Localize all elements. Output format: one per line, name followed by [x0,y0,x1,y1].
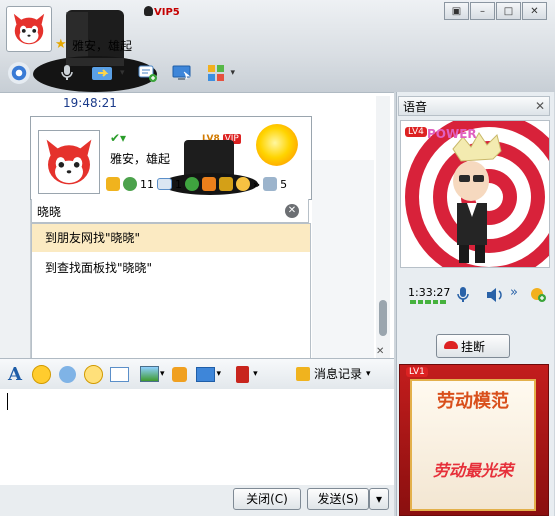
add-contact-icon[interactable] [529,285,547,306]
search-suggestion-list: 到朋友网找"晓晓" 到查找面板找"晓晓" [31,223,311,359]
apps-grid-icon[interactable] [205,62,227,84]
storage-count: 5 [280,177,288,191]
emoji-icon[interactable] [30,363,52,385]
popup-more-icon[interactable]: » [253,178,260,191]
call-duration: 1:33:27 [408,286,451,299]
collapse-chevron-icon[interactable]: ✕ [376,346,384,357]
mail-icon[interactable] [157,178,172,190]
message-add-icon[interactable] [137,62,159,84]
chat-scroll-thumb[interactable] [379,300,387,336]
screen-capture-icon[interactable] [195,363,217,385]
remote-desktop-icon[interactable] [171,62,193,84]
star-icon: ★ [55,37,67,52]
apps-dropdown-icon[interactable]: ▾ [231,68,236,78]
file-transfer-dropdown-icon[interactable]: ▾ [120,68,125,78]
power-level-badge: LV4 [405,127,427,137]
popup-service-icons: 11 1 » 5 [106,175,308,193]
history-label: 消息记录 [314,367,363,381]
red-packet-dropdown-icon[interactable]: ▾ [253,369,258,379]
chat-right-strip [312,160,374,358]
clear-search-icon[interactable]: ✕ [285,204,299,218]
magic-emoji-icon[interactable] [56,363,78,385]
clover-icon[interactable] [185,177,199,191]
nudge-icon[interactable] [82,363,104,385]
search-input[interactable] [31,199,309,223]
wallet-icon[interactable] [219,177,233,191]
qzone-count: 11 [140,177,154,191]
promo-subtitle: 劳动最光荣 [432,461,513,480]
fox-avatar-icon [46,139,92,185]
power-text: POWER [427,127,477,141]
red-packet-icon[interactable] [231,363,253,385]
close-button[interactable]: 关闭(C) [233,488,301,510]
microphone-icon[interactable] [456,286,470,307]
qzone-icon[interactable] [123,177,137,191]
star-level-icon[interactable] [106,177,120,191]
message-input[interactable] [0,389,394,485]
window-controls: ▣ – □ ✕ [443,2,549,20]
storage-icon[interactable] [263,177,278,191]
promo-title: 劳动模范 [437,391,509,412]
minimize-button[interactable]: – [470,2,495,20]
file-transfer-icon[interactable] [90,62,116,84]
suggestion-item[interactable]: 到朋友网找"晓晓" [32,224,310,252]
promo-frame: 劳动模范 劳动最光荣 [410,379,536,511]
picture-icon[interactable] [138,363,160,385]
microphone-icon[interactable] [56,62,78,84]
music-icon[interactable] [169,363,191,385]
speaker-icon[interactable] [485,286,505,307]
voice-panel-title: 语音 [403,100,428,114]
avatar-character-image [401,121,549,267]
screen-capture-dropdown-icon[interactable]: ▾ [217,369,222,379]
contact-name: 雅安，雄起 [72,39,133,53]
message-timestamp: 19:48:21 [63,96,117,110]
close-window-button[interactable]: ✕ [522,2,547,20]
webcam-icon[interactable] [8,62,30,84]
history-icon [296,366,310,381]
suggestion-item[interactable]: 到查找面板找"晓晓" [32,254,310,282]
handwriting-icon[interactable] [108,363,130,385]
mail-count: 1 [175,177,182,191]
font-icon[interactable]: A [4,363,26,385]
hang-up-button[interactable]: 挂断 [436,334,510,358]
search-value: 晓晓 [37,205,62,219]
promo-level-badge: LV1 [406,367,428,377]
window-menu-button[interactable]: ▣ [444,2,469,20]
hang-up-phone-icon [444,341,458,349]
text-caret [7,393,8,410]
send-options-dropdown[interactable]: ▾ [369,488,389,510]
send-button[interactable]: 发送(S) [307,488,369,510]
hang-up-label: 挂断 [461,340,486,354]
game-icon[interactable] [236,177,250,191]
sun-weather-icon [256,124,298,166]
top-toolbar: ▾ ▾ [8,60,235,86]
chat-left-strip [0,160,31,358]
maximize-button[interactable]: □ [496,2,521,20]
compose-toolbar: A ▾ ▾ ▾ 消息记录 ▾ [0,358,394,390]
avatar-show-image: LV4 POWER [400,120,550,268]
online-status-icon[interactable]: ✔▾ [110,131,126,145]
promo-banner[interactable]: LV1 劳动模范 劳动最光荣 [399,364,549,516]
voice-close-icon[interactable]: ✕ [535,99,545,113]
message-history-button[interactable]: 消息记录 ▾ [296,365,371,382]
popup-avatar[interactable] [38,130,100,194]
history-dropdown-icon: ▾ [366,368,371,379]
cart-icon[interactable] [202,177,216,191]
signal-strength-bars [410,300,446,304]
voice-more-icon[interactable]: » [510,285,518,300]
picture-dropdown-icon[interactable]: ▾ [160,369,165,379]
